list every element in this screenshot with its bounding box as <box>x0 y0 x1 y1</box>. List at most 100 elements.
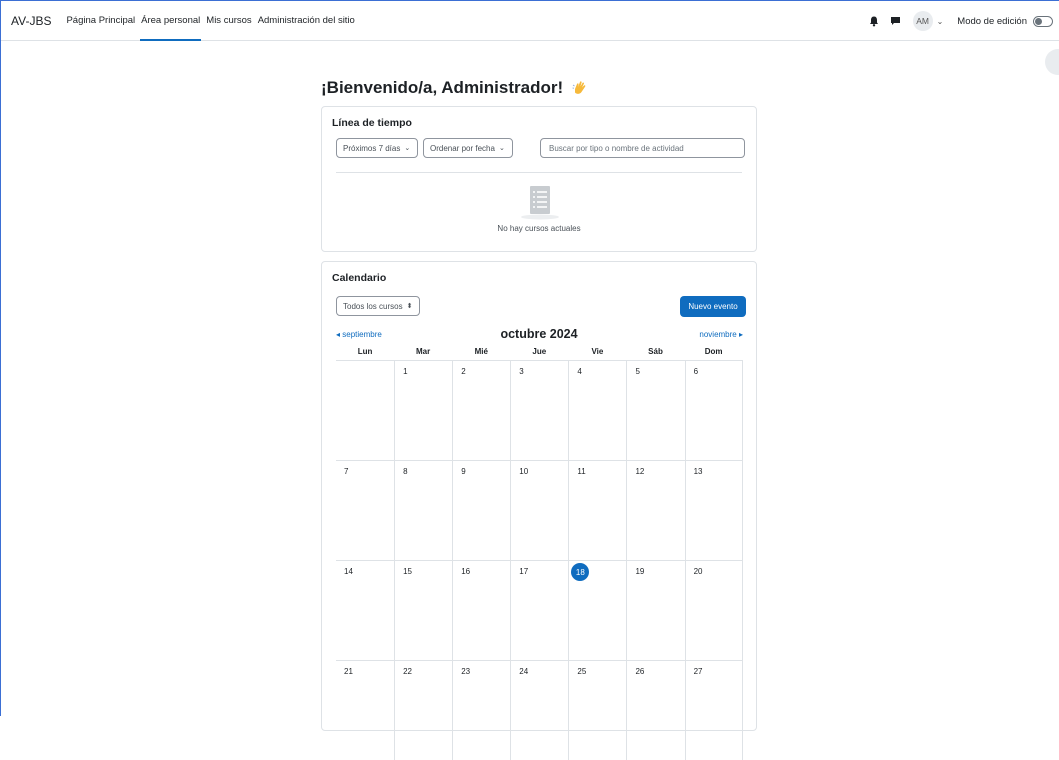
current-month-title: octubre 2024 <box>500 327 578 341</box>
day-number[interactable]: 15 <box>403 567 412 576</box>
calendar-day-cell[interactable]: 14 <box>336 561 394 660</box>
calendar-day-cell[interactable]: 27 <box>684 661 743 760</box>
nav-link-my-courses[interactable]: Mis cursos <box>205 1 252 41</box>
course-filter-select[interactable]: Todos los cursos ⬍ <box>336 296 420 316</box>
day-number[interactable]: 22 <box>403 667 412 676</box>
calendar-day-cell[interactable]: 10 <box>510 461 568 560</box>
nav-link-site-admin[interactable]: Administración del sitio <box>257 1 356 41</box>
weekday-label: Dom <box>704 347 723 356</box>
today-day-number[interactable]: 18 <box>571 563 590 581</box>
calendar-day-cell[interactable]: 5 <box>626 361 684 460</box>
page-title: ¡Bienvenido/a, Administrador! <box>321 78 589 98</box>
calendar-block: Calendario Todos los cursos ⬍ Nuevo even… <box>321 261 757 760</box>
calendar-day-cell[interactable]: 2 <box>452 361 510 460</box>
calendar-day-cell[interactable]: 26 <box>626 661 684 760</box>
day-number[interactable]: 12 <box>635 467 644 476</box>
chevron-down-icon: ⌄ <box>498 145 505 152</box>
day-number[interactable]: 26 <box>635 667 644 676</box>
timeline-sort-value: Ordenar por fecha <box>430 143 495 153</box>
weekday-label: Lun <box>357 347 373 356</box>
day-number[interactable]: 4 <box>577 367 581 376</box>
calendar-day-cell[interactable]: 3 <box>510 361 568 460</box>
day-number[interactable]: 14 <box>344 567 353 576</box>
calendar-week-row: 7 8 9 10 11 12 13 <box>336 460 743 560</box>
calendar-day-cell[interactable]: 22 <box>394 661 452 760</box>
calendar-day-cell[interactable]: 6 <box>684 361 743 460</box>
day-number[interactable]: 7 <box>344 467 348 476</box>
calendar-day-cell[interactable]: 11 <box>568 461 626 560</box>
welcome-text: ¡Bienvenido/a, Administrador! <box>321 78 564 97</box>
calendar-day-cell[interactable]: 24 <box>510 661 568 760</box>
day-number[interactable]: 24 <box>519 667 528 676</box>
day-number[interactable]: 10 <box>519 467 528 476</box>
calendar-day-cell[interactable]: 21 <box>336 661 394 760</box>
day-number[interactable]: 9 <box>461 467 465 476</box>
day-number[interactable]: 3 <box>519 367 523 376</box>
day-number[interactable]: 5 <box>635 367 639 376</box>
calendar-day-cell[interactable]: 23 <box>452 661 510 760</box>
day-number[interactable]: 19 <box>635 567 644 576</box>
timeline-filter-value: Próximos 7 días <box>343 143 401 153</box>
calendar-day-cell[interactable]: 17 <box>510 561 568 660</box>
messages-icon[interactable] <box>889 14 903 28</box>
chevron-down-icon[interactable]: ⌄ <box>937 17 944 26</box>
top-navbar: AV-JBS Página Principal Área personal Mi… <box>1 1 1059 41</box>
calendar-week-row: 14 15 16 17 18 19 20 <box>336 560 743 660</box>
calendar-day-cell[interactable]: 25 <box>568 661 626 760</box>
calendar-day-cell[interactable]: 16 <box>452 561 510 660</box>
site-brand[interactable]: AV-JBS <box>11 14 51 28</box>
user-avatar[interactable]: AM <box>912 11 933 31</box>
new-event-button[interactable]: Nuevo evento <box>680 296 746 317</box>
next-month-label: noviembre <box>699 330 737 339</box>
edit-mode-toggle[interactable] <box>1033 15 1053 27</box>
weekday-label: Mar <box>416 347 431 356</box>
calendar-day-cell[interactable]: 19 <box>626 561 684 660</box>
day-number[interactable]: 23 <box>461 667 470 676</box>
nav-link-dashboard[interactable]: Área personal <box>140 1 202 41</box>
day-number[interactable]: 11 <box>577 467 585 476</box>
day-number[interactable]: 16 <box>461 567 470 576</box>
next-month-link[interactable]: noviembre ▸ <box>699 330 743 339</box>
bell-icon[interactable] <box>867 14 881 28</box>
weekday-label: Sáb <box>648 347 663 356</box>
timeline-title: Línea de tiempo <box>332 117 412 129</box>
day-number[interactable]: 25 <box>577 667 586 676</box>
chevron-down-icon: ⌄ <box>404 145 411 152</box>
day-number[interactable]: 21 <box>344 667 353 676</box>
calendar-day-cell[interactable]: 13 <box>684 461 743 560</box>
day-number[interactable]: 6 <box>694 367 698 376</box>
calendar-day-cell[interactable]: 7 <box>336 461 394 560</box>
timeline-search-input[interactable]: Buscar por tipo o nombre de actividad <box>540 138 745 158</box>
day-number[interactable]: 20 <box>694 567 703 576</box>
day-number[interactable]: 8 <box>403 467 407 476</box>
calendar-week-row: 1 2 3 4 5 6 <box>336 360 743 460</box>
timeline-filter-select[interactable]: Próximos 7 días ⌄ <box>336 138 418 158</box>
nav-link-home[interactable]: Página Principal <box>65 1 136 41</box>
timeline-block: Línea de tiempo Próximos 7 días ⌄ Ordena… <box>321 106 757 252</box>
calendar-day-cell[interactable]: 8 <box>394 461 452 560</box>
day-number[interactable]: 17 <box>519 567 528 576</box>
month-navigation: ◂ septiembre octubre 2024 noviembre ▸ <box>322 326 756 344</box>
calendar-week-row: 21 22 23 24 25 26 27 <box>336 660 743 760</box>
waving-hand-icon <box>571 79 589 97</box>
calendar-day-cell[interactable]: 4 <box>568 361 626 460</box>
edit-mode-label: Modo de edición <box>957 15 1027 27</box>
calendar-day-cell[interactable]: 15 <box>394 561 452 660</box>
day-number[interactable]: 2 <box>461 367 465 376</box>
weekday-label: Vie <box>591 347 604 356</box>
day-number[interactable]: 13 <box>694 467 703 476</box>
day-number[interactable]: 1 <box>403 367 407 376</box>
calendar-body: 1 2 3 4 5 6 7 8 9 10 11 12 13 14 15 16 17 18 19 20 21 22 23 24 2… <box>336 360 743 760</box>
calendar-day-cell[interactable]: 12 <box>626 461 684 560</box>
weekday-label: Mié <box>474 347 488 356</box>
calendar-day-cell[interactable]: 20 <box>684 561 743 660</box>
divider <box>336 172 742 173</box>
calendar-grid: Lun Mar Mié Jue Vie Sáb Dom 1 2 3 4 5 6 7 8 9 10 1… <box>336 344 743 760</box>
calendar-day-cell[interactable]: 1 <box>394 361 452 460</box>
timeline-empty-text: No hay cursos actuales <box>497 224 581 233</box>
calendar-day-cell[interactable]: 9 <box>452 461 510 560</box>
timeline-sort-select[interactable]: Ordenar por fecha ⌄ <box>423 138 513 158</box>
day-number[interactable]: 27 <box>694 667 703 676</box>
calendar-day-cell[interactable]: 18 <box>568 561 626 660</box>
weekday-label: Jue <box>532 347 547 356</box>
